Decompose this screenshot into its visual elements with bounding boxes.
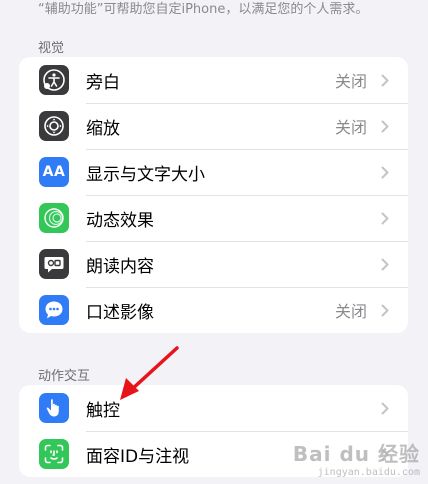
row-touch[interactable]: 触控 (19, 385, 408, 431)
row-audio-descriptions[interactable]: 口述影像 关闭 (19, 287, 408, 333)
vision-group: 旁白 关闭 缩放 关闭 AA 显示与文字大小 动态效果 朗读内容 口述影像 关闭 (19, 57, 408, 333)
row-value: 关闭 (334, 302, 367, 321)
spoken-content-icon (39, 249, 69, 279)
row-label: 动态效果 (86, 210, 154, 231)
row-voiceover[interactable]: 旁白 关闭 (19, 57, 408, 103)
watermark-main: Bai du 经验 (292, 442, 420, 466)
zoom-icon (39, 111, 69, 141)
baidu-watermark: Bai du 经验 jingyan.baidu.com (293, 438, 420, 478)
row-value: 关闭 (334, 72, 367, 91)
face-id-icon (39, 439, 69, 469)
chevron-right-icon (381, 304, 389, 317)
row-display-text-size[interactable]: AA 显示与文字大小 (19, 149, 408, 195)
motion-icon (39, 203, 69, 233)
row-label: 显示与文字大小 (86, 164, 205, 185)
chevron-right-icon (381, 120, 389, 133)
text-size-icon: AA (39, 157, 69, 187)
row-label: 口述影像 (86, 302, 154, 323)
section-title-vision: 视觉 (38, 41, 65, 56)
chevron-right-icon (381, 212, 389, 225)
row-zoom[interactable]: 缩放 关闭 (19, 103, 408, 149)
touch-hand-icon (39, 393, 69, 423)
section-title-physical-motor: 动作交互 (38, 369, 91, 384)
row-label: 旁白 (86, 72, 120, 93)
audio-description-icon (39, 295, 69, 325)
row-spoken-content[interactable]: 朗读内容 (19, 241, 408, 287)
chevron-right-icon (381, 402, 389, 415)
accessibility-description: “辅助功能”可帮助您自定iPhone，以满足您的个人需求。 (38, 2, 369, 17)
row-motion[interactable]: 动态效果 (19, 195, 408, 241)
chevron-right-icon (381, 166, 389, 179)
chevron-right-icon (381, 258, 389, 271)
row-value: 关闭 (334, 118, 367, 137)
row-label: 缩放 (86, 118, 120, 139)
row-label: 面容ID与注视 (86, 446, 190, 467)
row-label: 朗读内容 (86, 256, 154, 277)
voiceover-icon (39, 65, 69, 95)
chevron-right-icon (381, 74, 389, 87)
watermark-sub: jingyan.baidu.com (317, 467, 420, 478)
annotation-arrow (120, 346, 179, 400)
